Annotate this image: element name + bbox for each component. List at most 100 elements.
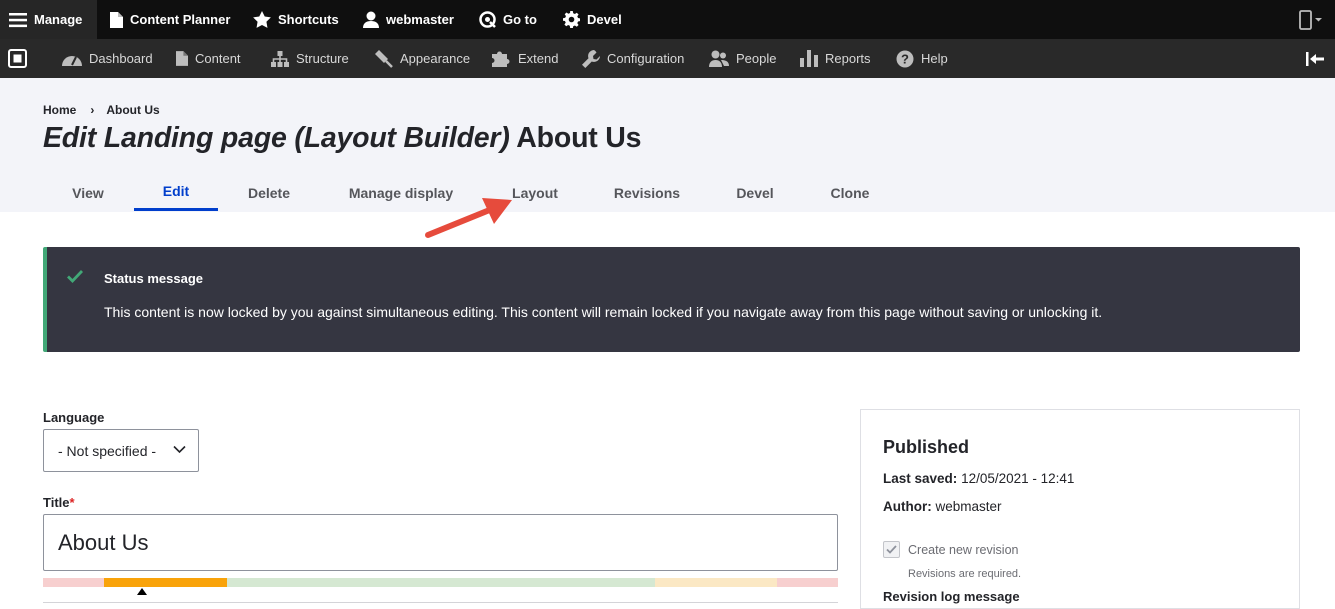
svg-text:?: ? — [901, 51, 909, 66]
author-label: Author: — [883, 499, 932, 514]
goto-icon — [479, 11, 496, 28]
toolbar-label: Content Planner — [130, 12, 231, 27]
dashboard-icon — [62, 55, 82, 66]
toolbar-devel[interactable]: Devel — [563, 0, 622, 39]
page-title: Edit Landing page (Layout Builder) About… — [43, 122, 642, 155]
toolbar-content-planner[interactable]: Content Planner — [110, 0, 230, 39]
entity-meta-panel: Published Last saved: 12/05/2021 - 12:41… — [860, 409, 1300, 609]
people-icon — [709, 50, 729, 67]
meter-segment — [43, 578, 104, 587]
menu-label: Reports — [825, 51, 871, 66]
meter-segment — [227, 578, 655, 587]
menu-label: Configuration — [607, 51, 685, 66]
tab-revisions[interactable]: Revisions — [600, 174, 694, 211]
checkmark-icon — [886, 545, 897, 554]
menu-label: Content — [195, 51, 241, 66]
menu-label: Extend — [518, 51, 559, 66]
required-marker: * — [69, 495, 75, 510]
brush-icon — [375, 49, 393, 68]
toolbar-goto[interactable]: Go to — [479, 0, 537, 39]
page-header: Home › About Us Edit Landing page (Layou… — [0, 78, 1335, 212]
author: Author: webmaster — [883, 499, 1002, 514]
document-icon — [110, 11, 123, 28]
meter-segment — [655, 578, 777, 587]
puzzle-icon — [492, 51, 510, 67]
breadcrumb-current[interactable]: About Us — [106, 103, 159, 117]
admin-menu-bar: Dashboard Content Structure Appearance E… — [0, 39, 1335, 78]
menu-label: People — [736, 51, 777, 66]
last-saved-value: 12/05/2021 - 12:41 — [961, 471, 1075, 486]
toolbar-label: Devel — [587, 12, 622, 27]
meter-segment — [777, 578, 838, 587]
toolbar-user[interactable]: webmaster — [363, 0, 454, 39]
readability-meter — [43, 578, 838, 587]
help-icon: ? — [896, 50, 914, 67]
expand-icon — [8, 49, 27, 68]
status-message-text: This content is now locked by you agains… — [104, 304, 1103, 320]
menu-help[interactable]: ? Help — [896, 39, 948, 78]
menu-label: Appearance — [400, 51, 471, 66]
publish-status: Published — [883, 437, 970, 457]
language-label: Language — [43, 410, 105, 425]
menu-extend[interactable]: Extend — [492, 39, 558, 78]
menu-appearance[interactable]: Appearance — [375, 39, 470, 78]
menu-dashboard[interactable]: Dashboard — [62, 39, 153, 78]
page-title-prefix: Edit Landing page (Layout Builder) — [43, 122, 510, 154]
annotation-arrow-icon — [425, 198, 512, 238]
meter-marker-icon — [137, 588, 147, 595]
title-label: Title* — [43, 495, 75, 510]
meter-segment — [104, 578, 227, 587]
manage-label: Manage — [34, 12, 83, 27]
status-message-title: Status message — [104, 271, 203, 286]
author-value: webmaster — [935, 499, 1002, 514]
toolbar-label: webmaster — [386, 12, 454, 27]
manage-toggle[interactable]: Manage — [0, 0, 97, 39]
document-icon — [176, 51, 188, 66]
sitemap-icon — [271, 50, 289, 67]
menu-label: Help — [921, 51, 948, 66]
device-toggle[interactable] — [1293, 0, 1335, 39]
title-input[interactable]: About Us — [43, 514, 838, 571]
tab-devel[interactable]: Devel — [710, 174, 800, 211]
revision-log-label: Revision log message — [883, 589, 1020, 604]
menu-people[interactable]: People — [709, 39, 776, 78]
mobile-device-icon — [1298, 9, 1322, 30]
menu-configuration[interactable]: Configuration — [582, 39, 684, 78]
star-icon — [253, 11, 271, 28]
tab-clone[interactable]: Clone — [810, 174, 890, 211]
hamburger-icon — [9, 12, 27, 27]
page-title-name: About Us — [516, 122, 642, 154]
toolbar-collapse-toggle[interactable] — [1306, 39, 1331, 78]
gear-icon — [563, 11, 580, 28]
create-revision-checkbox[interactable] — [883, 541, 900, 558]
menu-structure[interactable]: Structure — [271, 39, 349, 78]
tab-delete[interactable]: Delete — [220, 174, 318, 211]
revision-description: Revisions are required. — [908, 568, 1022, 580]
checkmark-icon — [67, 270, 83, 283]
status-message: Status message This content is now locke… — [43, 247, 1300, 352]
user-icon — [363, 11, 379, 28]
divider — [43, 602, 838, 603]
menu-label: Dashboard — [89, 51, 153, 66]
bar-chart-icon — [800, 50, 818, 67]
language-select[interactable]: - Not specified - — [43, 429, 199, 472]
breadcrumb-separator: › — [90, 103, 95, 117]
toolbar-shortcuts[interactable]: Shortcuts — [253, 0, 339, 39]
create-revision-label[interactable]: Create new revision — [908, 543, 1018, 557]
admin-toolbar: Manage Content Planner Shortcuts webmast… — [0, 0, 1335, 39]
toolbar-orientation-toggle[interactable] — [8, 39, 34, 78]
chevron-down-icon — [173, 445, 186, 454]
toolbar-label: Shortcuts — [278, 12, 339, 27]
title-label-text: Title — [43, 495, 70, 510]
last-saved: Last saved: 12/05/2021 - 12:41 — [883, 471, 1074, 486]
menu-content[interactable]: Content — [176, 39, 241, 78]
breadcrumb-home[interactable]: Home — [43, 103, 76, 117]
menu-reports[interactable]: Reports — [800, 39, 871, 78]
wrench-icon — [582, 49, 600, 68]
toolbar-label: Go to — [503, 12, 537, 27]
tab-view[interactable]: View — [43, 174, 133, 211]
tab-edit[interactable]: Edit — [134, 174, 218, 211]
breadcrumb: Home › About Us — [43, 103, 160, 117]
collapse-arrow-icon — [1306, 51, 1324, 66]
menu-label: Structure — [296, 51, 349, 66]
